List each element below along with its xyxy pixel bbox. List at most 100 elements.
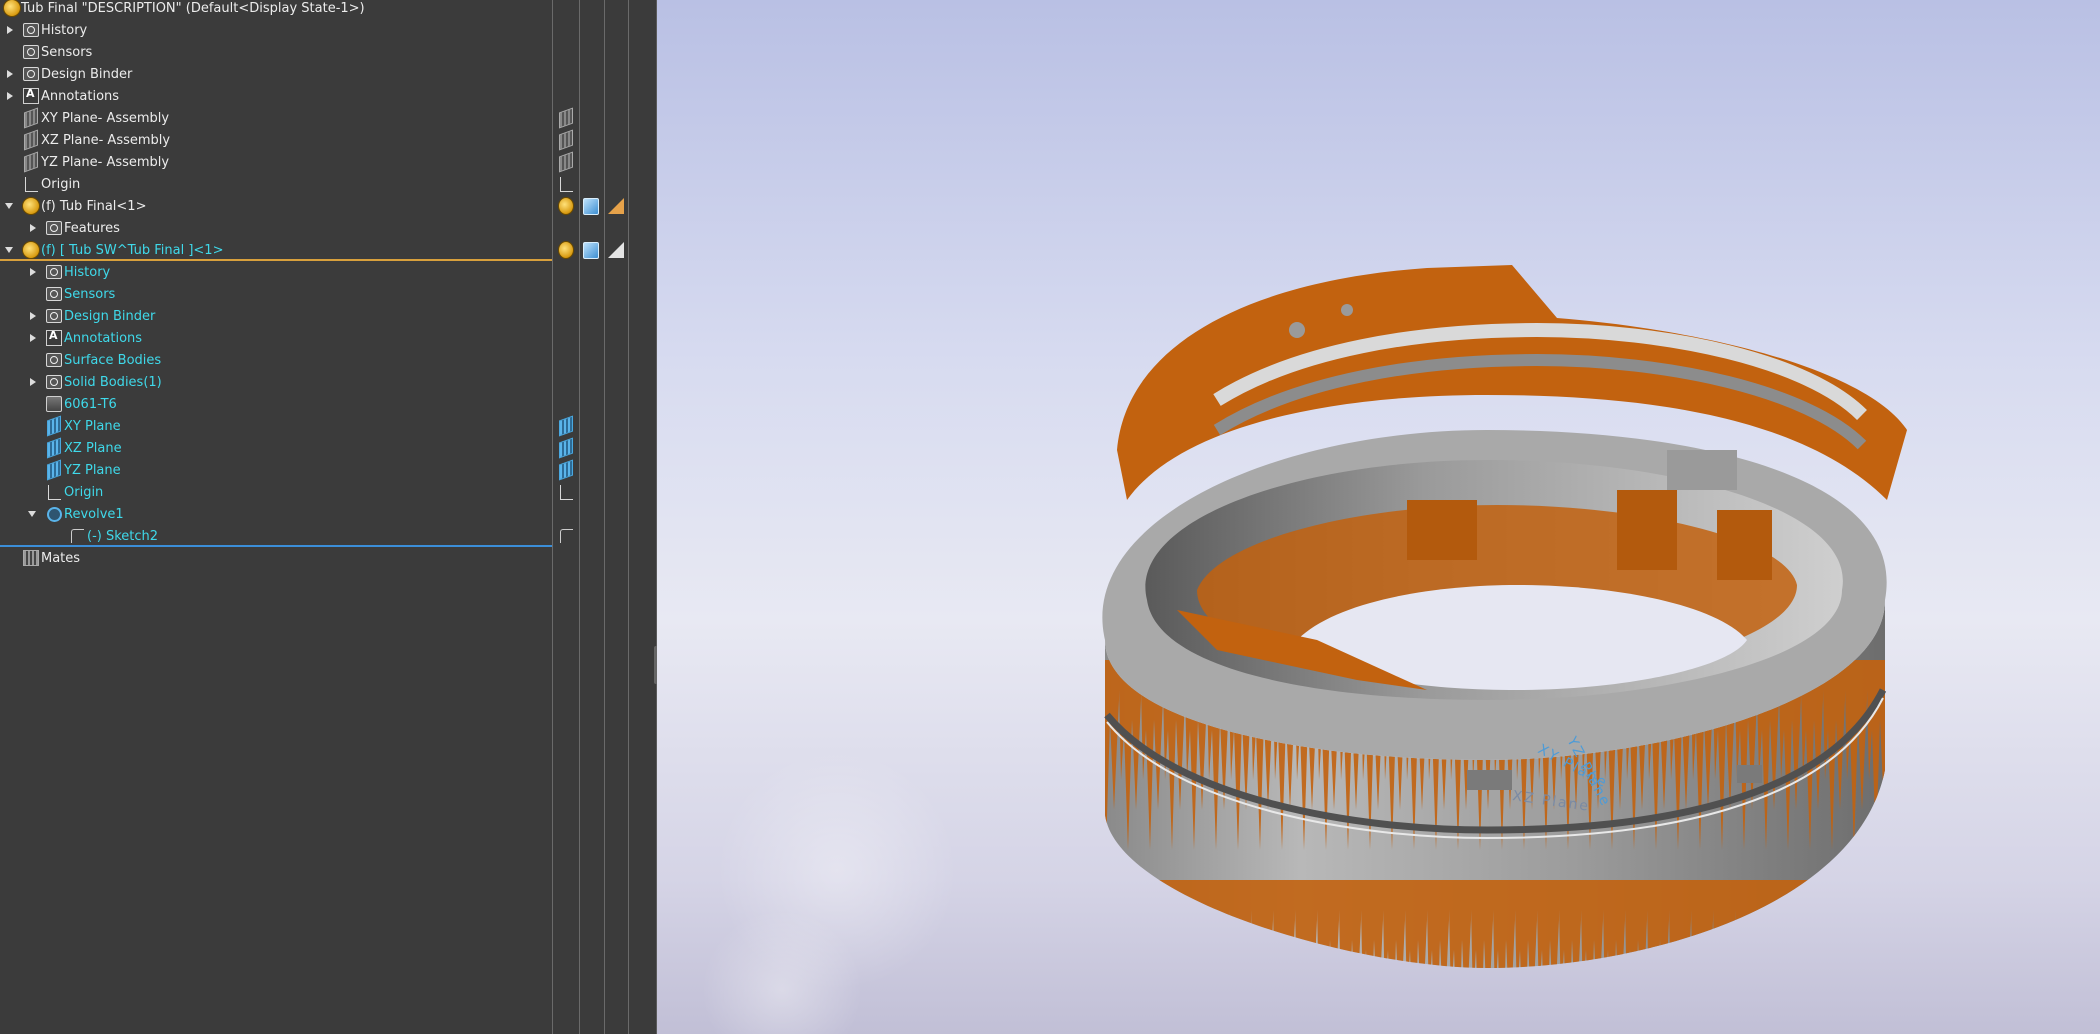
plane-icon[interactable]	[558, 459, 574, 481]
feature-manager-tree: Tub Final "DESCRIPTION" (Default<Display…	[0, 0, 552, 1034]
tree-item-label: History	[41, 22, 88, 38]
tree-item-label: Sensors	[41, 44, 93, 60]
tree-item-yz-plane[interactable]: YZ Plane	[0, 459, 552, 481]
tree-item-revolve1[interactable]: Revolve1	[0, 503, 552, 525]
plane-icon	[22, 151, 40, 173]
sensor-folder-icon	[45, 285, 63, 303]
history-folder-icon	[22, 21, 40, 39]
tree-item-xz-plane-assembly[interactable]: XZ Plane- Assembly	[0, 129, 552, 151]
binder-folder-icon	[22, 65, 40, 83]
tree-item-origin-child[interactable]: Origin	[0, 481, 552, 503]
tree-item-label: Mates	[41, 550, 81, 566]
plane-icon[interactable]	[558, 129, 574, 151]
tree-root-title: Tub Final "DESCRIPTION" (Default<Display…	[21, 0, 365, 16]
tree-item-mates[interactable]: Mates	[0, 547, 552, 569]
plane-icon[interactable]	[558, 415, 574, 437]
expand-icon[interactable]	[28, 377, 38, 387]
tree-item-sensors[interactable]: Sensors	[0, 41, 552, 63]
expand-icon[interactable]	[28, 311, 38, 321]
tree-item-label: Design Binder	[64, 308, 156, 324]
tree-item-annotations-child[interactable]: Annotations	[0, 327, 552, 349]
tree-item-sketch2[interactable]: (-) Sketch2	[0, 525, 552, 547]
annotations-icon	[45, 329, 63, 347]
column-divider	[604, 0, 605, 1034]
appearance-triangle-icon[interactable]	[608, 198, 624, 214]
origin-icon	[22, 175, 40, 193]
expand-icon[interactable]	[5, 91, 15, 101]
tub-model[interactable]: YZ Plane XY Plane XZ Plane	[657, 0, 2100, 1034]
tree-item-xy-plane-assembly[interactable]: XY Plane- Assembly	[0, 107, 552, 129]
sketch-icon[interactable]	[558, 528, 574, 544]
tree-item-features[interactable]: Features	[0, 217, 552, 239]
column-divider	[579, 0, 580, 1034]
part-icon[interactable]	[558, 241, 574, 259]
display-cube-icon[interactable]	[583, 241, 599, 259]
tree-item-label: (-) Sketch2	[87, 528, 159, 544]
collapse-icon[interactable]	[4, 201, 14, 211]
tree-root[interactable]: Tub Final "DESCRIPTION" (Default<Display…	[0, 0, 552, 19]
part-icon[interactable]	[558, 197, 574, 215]
tree-item-solid-bodies[interactable]: Solid Bodies(1)	[0, 371, 552, 393]
plane-icon[interactable]	[558, 437, 574, 459]
tree-item-label: YZ Plane	[64, 462, 121, 478]
appearance-triangle-icon[interactable]	[608, 242, 624, 258]
tree-item-label: XZ Plane- Assembly	[41, 132, 171, 148]
sensor-folder-icon	[22, 43, 40, 61]
tree-item-label: Annotations	[41, 88, 120, 104]
annotations-icon	[22, 87, 40, 105]
expand-icon[interactable]	[5, 69, 15, 79]
folder-icon	[45, 219, 63, 237]
surface-bodies-icon	[45, 351, 63, 369]
tree-item-design-binder-child[interactable]: Design Binder	[0, 305, 552, 327]
tree-item-label: XZ Plane	[64, 440, 122, 456]
expand-icon[interactable]	[28, 333, 38, 343]
tree-item-label: History	[64, 264, 111, 280]
tree-item-label: XY Plane	[64, 418, 121, 434]
tree-item-label: 6061-T6	[64, 396, 117, 412]
tree-item-yz-plane-assembly[interactable]: YZ Plane- Assembly	[0, 151, 552, 173]
tree-item-design-binder[interactable]: Design Binder	[0, 63, 552, 85]
tree-item-tub-final-part[interactable]: (f) Tub Final<1>	[0, 195, 552, 217]
tree-item-tub-sw-part[interactable]: (f) [ Tub SW^Tub Final ]<1>	[0, 239, 552, 261]
tree-item-label: Solid Bodies(1)	[64, 374, 162, 390]
collapse-icon[interactable]	[27, 509, 37, 519]
part-icon	[22, 197, 40, 215]
tree-item-sensors-child[interactable]: Sensors	[0, 283, 552, 305]
tree-item-history-child[interactable]: History	[0, 261, 552, 283]
tree-item-label: Revolve1	[64, 506, 124, 522]
expand-icon[interactable]	[5, 25, 15, 35]
origin-icon[interactable]	[558, 176, 574, 192]
solid-bodies-icon	[45, 373, 63, 391]
plane-icon	[45, 437, 63, 459]
tree-item-label: XY Plane- Assembly	[41, 110, 170, 126]
tree-item-xz-plane[interactable]: XZ Plane	[0, 437, 552, 459]
graphics-viewport[interactable]: YZ Plane XY Plane XZ Plane	[657, 0, 2100, 1034]
display-cube-icon[interactable]	[583, 197, 599, 215]
tree-item-history[interactable]: History	[0, 19, 552, 41]
expand-icon[interactable]	[28, 267, 38, 277]
sketch-icon	[68, 527, 86, 545]
tree-item-label: Design Binder	[41, 66, 133, 82]
tree-item-label: Origin	[41, 176, 81, 192]
tree-item-annotations[interactable]: Annotations	[0, 85, 552, 107]
material-icon	[45, 395, 63, 413]
column-divider	[552, 0, 553, 1034]
column-divider	[628, 0, 629, 1034]
plane-icon[interactable]	[558, 151, 574, 173]
tree-item-label: (f) Tub Final<1>	[41, 198, 147, 214]
tree-item-label: Features	[64, 220, 120, 236]
history-folder-icon	[45, 263, 63, 281]
plane-icon	[22, 107, 40, 129]
tree-item-label: (f) [ Tub SW^Tub Final ]<1>	[41, 242, 224, 258]
mates-icon	[22, 549, 40, 567]
tree-item-origin[interactable]: Origin	[0, 173, 552, 195]
tree-item-label: YZ Plane- Assembly	[41, 154, 170, 170]
assembly-icon	[3, 0, 21, 17]
tree-item-surface-bodies[interactable]: Surface Bodies	[0, 349, 552, 371]
origin-icon[interactable]	[558, 484, 574, 500]
expand-icon[interactable]	[28, 223, 38, 233]
tree-item-material[interactable]: 6061-T6	[0, 393, 552, 415]
plane-icon[interactable]	[558, 107, 574, 129]
tree-item-xy-plane[interactable]: XY Plane	[0, 415, 552, 437]
collapse-icon[interactable]	[4, 245, 14, 255]
